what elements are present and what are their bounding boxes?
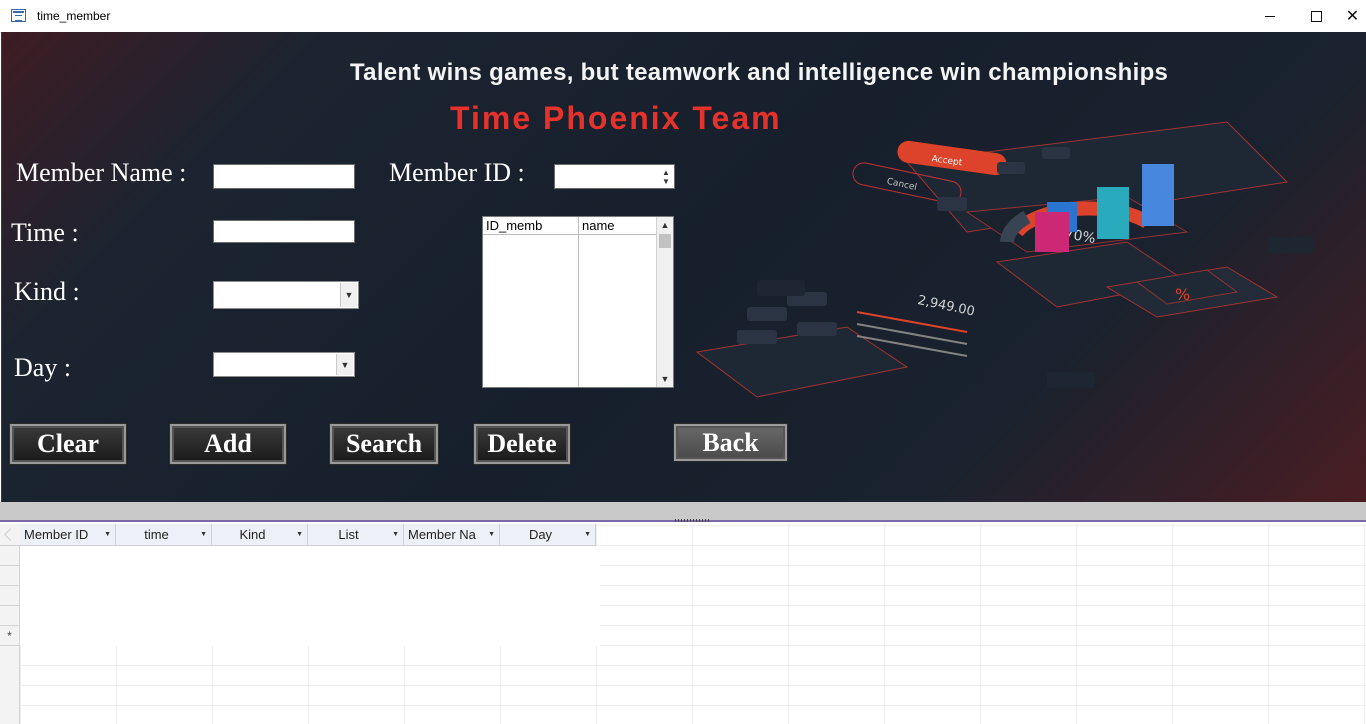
day-combobox[interactable]: ▼ bbox=[213, 352, 355, 377]
member-listbox[interactable]: ID_memb name ▲ ▼ bbox=[482, 216, 674, 388]
percent-graphic-icon: % bbox=[1175, 285, 1190, 304]
column-header-label: List bbox=[338, 527, 359, 542]
scroll-thumb[interactable] bbox=[659, 234, 671, 248]
sort-dropdown-icon[interactable]: ▼ bbox=[296, 524, 303, 545]
scroll-down-icon[interactable]: ▼ bbox=[657, 371, 673, 387]
column-header-member-id[interactable]: Member ID ▼ bbox=[20, 524, 116, 546]
member-id-spinner[interactable]: ▲ ▼ bbox=[659, 166, 673, 187]
column-header-label: Member Na bbox=[408, 527, 476, 542]
datasheet[interactable]: * Member ID ▼ time ▼ Kind ▼ List ▼ Member Na… bbox=[0, 524, 1366, 724]
record-selector[interactable] bbox=[0, 566, 19, 586]
back-button[interactable]: Back bbox=[673, 423, 788, 462]
column-header-day[interactable]: Day ▼ bbox=[500, 524, 596, 546]
maximize-button[interactable] bbox=[1293, 0, 1339, 32]
minimize-button[interactable] bbox=[1247, 0, 1293, 32]
sort-dropdown-icon[interactable]: ▼ bbox=[200, 524, 207, 545]
maximize-icon bbox=[1310, 10, 1322, 22]
day-label: Day : bbox=[14, 353, 72, 382]
kind-label: Kind : bbox=[14, 277, 80, 306]
member-name-input[interactable] bbox=[213, 164, 355, 189]
chevron-down-icon: ▼ bbox=[340, 359, 350, 370]
listbox-column-divider bbox=[578, 217, 579, 387]
column-header-kind[interactable]: Kind ▼ bbox=[212, 524, 308, 546]
time-input[interactable] bbox=[213, 220, 355, 243]
select-all-corner[interactable] bbox=[0, 524, 20, 546]
add-button[interactable]: Add bbox=[169, 423, 287, 465]
team-title: Time Phoenix Team bbox=[450, 100, 782, 136]
spin-up-icon: ▲ bbox=[662, 167, 670, 177]
title-bar: time_member ✕ bbox=[0, 0, 1366, 33]
splitter-grip-icon[interactable] bbox=[675, 519, 711, 522]
spin-down-icon: ▼ bbox=[662, 176, 670, 186]
kind-dropdown-button[interactable]: ▼ bbox=[340, 283, 357, 307]
window-title: time_member bbox=[37, 9, 111, 23]
search-button[interactable]: Search bbox=[329, 423, 439, 465]
column-header-label: Kind bbox=[239, 527, 266, 542]
sort-dropdown-icon[interactable]: ▼ bbox=[392, 524, 399, 545]
column-header-member-name[interactable]: Member Na ▼ bbox=[404, 524, 500, 546]
day-dropdown-button[interactable]: ▼ bbox=[336, 354, 353, 375]
column-header-label: time bbox=[144, 527, 169, 542]
close-button[interactable]: ✕ bbox=[1339, 0, 1366, 32]
slogan-text: Talent wins games, but teamwork and inte… bbox=[350, 59, 1169, 86]
column-header-list[interactable]: List ▼ bbox=[308, 524, 404, 546]
listbox-header-name: name bbox=[579, 217, 659, 235]
amount-graphic-label: 2,949.00 bbox=[916, 293, 976, 320]
column-header-label: Day bbox=[528, 527, 553, 542]
kind-combobox[interactable]: ▼ bbox=[213, 281, 359, 309]
column-header-label: Member ID bbox=[24, 527, 89, 542]
record-selector[interactable] bbox=[0, 586, 19, 606]
delete-button[interactable]: Delete bbox=[473, 423, 571, 465]
member-id-label: Member ID : bbox=[389, 158, 525, 187]
minimize-icon bbox=[1265, 15, 1275, 17]
clear-button[interactable]: Clear bbox=[9, 423, 127, 465]
form-header-section: Accept Cancel 70% 2,949.00 % Talent wins… bbox=[1, 32, 1366, 502]
chevron-down-icon: ▼ bbox=[344, 290, 354, 300]
record-selector[interactable] bbox=[0, 546, 19, 566]
close-icon: ✕ bbox=[1345, 8, 1360, 25]
scroll-up-icon[interactable]: ▲ bbox=[657, 217, 673, 233]
sort-dropdown-icon[interactable]: ▼ bbox=[488, 524, 495, 545]
time-label: Time : bbox=[11, 218, 79, 247]
split-form-divider[interactable] bbox=[0, 502, 1366, 522]
record-selector[interactable] bbox=[0, 606, 19, 626]
sort-dropdown-icon[interactable]: ▼ bbox=[104, 524, 111, 545]
listbox-header-id: ID_memb bbox=[483, 217, 578, 235]
form-icon bbox=[11, 9, 26, 22]
listbox-scrollbar[interactable]: ▲ ▼ bbox=[656, 217, 673, 387]
column-header-time[interactable]: time ▼ bbox=[116, 524, 212, 546]
member-id-input[interactable]: ▲ ▼ bbox=[554, 164, 675, 189]
datasheet-record-area[interactable] bbox=[20, 546, 600, 646]
sort-dropdown-icon[interactable]: ▼ bbox=[584, 524, 591, 545]
record-selector-column: * bbox=[0, 524, 20, 724]
member-name-label: Member Name : bbox=[16, 158, 187, 187]
new-record-selector[interactable]: * bbox=[0, 626, 19, 646]
